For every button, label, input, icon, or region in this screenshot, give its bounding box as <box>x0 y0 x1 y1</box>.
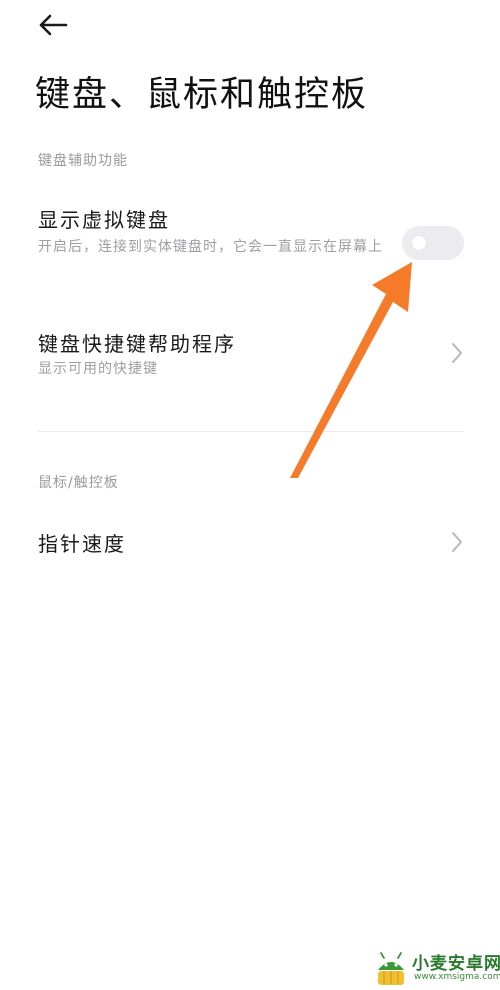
back-button[interactable] <box>34 8 74 44</box>
section-divider <box>38 431 464 432</box>
virtual-keyboard-title: 显示虚拟键盘 <box>38 208 170 232</box>
chevron-right-icon <box>452 532 462 552</box>
watermark-name: 小麦安卓网 <box>412 954 500 974</box>
chevron-right-icon <box>452 343 462 363</box>
shortcut-helper-title: 键盘快捷键帮助程序 <box>38 332 236 356</box>
page-title: 键盘、鼠标和触控板 <box>35 75 369 115</box>
orange-pointer-arrow <box>290 262 412 478</box>
android-logo-icon <box>378 952 404 985</box>
pointer-speed-row[interactable]: 指针速度 <box>0 520 500 568</box>
watermark: 小麦安卓网 www.xmsigma.com <box>372 944 500 990</box>
section-header-mouse: 鼠标/触控板 <box>38 475 119 491</box>
watermark-url: www.xmsigma.com <box>414 972 500 982</box>
shortcut-helper-row[interactable]: 键盘快捷键帮助程序 显示可用的快捷键 <box>0 322 500 390</box>
toggle-knob <box>412 236 426 250</box>
pointer-speed-title: 指针速度 <box>38 532 126 556</box>
virtual-keyboard-row[interactable]: 显示虚拟键盘 开启后，连接到实体键盘时，它会一直显示在屏幕上 <box>0 196 500 292</box>
virtual-keyboard-toggle[interactable] <box>402 226 464 260</box>
back-arrow-icon <box>39 14 68 36</box>
virtual-keyboard-subtitle: 开启后，连接到实体键盘时，它会一直显示在屏幕上 <box>38 239 383 255</box>
section-header-keyboard: 键盘辅助功能 <box>38 153 128 169</box>
shortcut-helper-subtitle: 显示可用的快捷键 <box>38 361 158 377</box>
